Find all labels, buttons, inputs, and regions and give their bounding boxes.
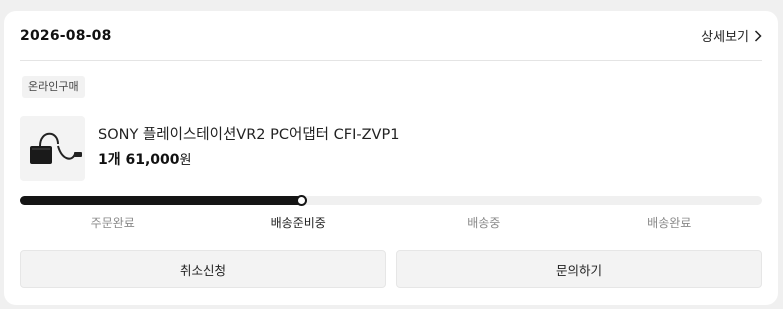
delivery-progress-bar xyxy=(20,195,762,206)
product-quantity-price: 1개 61,000원 xyxy=(98,149,192,169)
step-preparing-shipment: 배송준비중 xyxy=(270,216,326,230)
purchase-type-badge: 온라인구매 xyxy=(22,76,85,98)
pc-adapter-product-image xyxy=(20,116,85,181)
delivery-progress-fill xyxy=(20,196,302,205)
product-item[interactable]: SONY 플레이스테이션VR2 PC어댑터 CFI-ZVP1 1개 61,000… xyxy=(20,116,762,182)
product-price-value: 61,000 xyxy=(125,152,180,168)
step-delivered: 배송완료 xyxy=(647,216,692,230)
chevron-right-icon xyxy=(754,29,762,42)
step-order-complete: 주문완료 xyxy=(90,216,135,230)
detail-link[interactable]: 상세보기 xyxy=(701,26,762,45)
step-in-transit: 배송중 xyxy=(467,216,501,230)
order-actions: 취소신청 문의하기 xyxy=(20,250,762,288)
order-date: 2026-08-08 xyxy=(20,27,112,44)
currency-unit: 원 xyxy=(179,153,192,168)
delivery-progress-marker xyxy=(296,195,307,206)
cancel-request-button[interactable]: 취소신청 xyxy=(20,250,386,288)
order-header: 2026-08-08 상세보기 xyxy=(20,11,762,61)
product-name[interactable]: SONY 플레이스테이션VR2 PC어댑터 CFI-ZVP1 xyxy=(98,123,399,144)
detail-link-label: 상세보기 xyxy=(701,30,749,45)
product-thumbnail[interactable] xyxy=(20,116,85,181)
delivery-steps: 주문완료 배송준비중 배송중 배송완료 xyxy=(20,214,762,231)
inquiry-button[interactable]: 문의하기 xyxy=(396,250,762,288)
order-card: 2026-08-08 상세보기 온라인구매 SONY 플레이스테이션VR2 PC… xyxy=(4,11,778,305)
product-quantity: 1개 xyxy=(98,152,121,168)
